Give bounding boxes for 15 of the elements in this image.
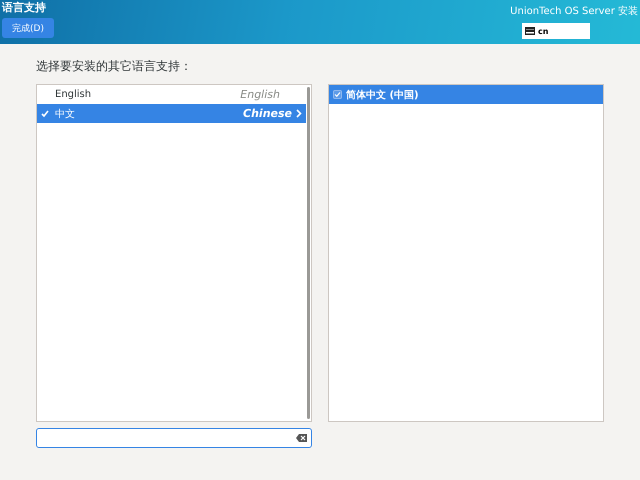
locale-item[interactable]: 简体中文 (中国): [329, 85, 603, 104]
window-title: 语言支持: [2, 1, 46, 15]
language-item[interactable]: 中文 Chinese: [37, 104, 306, 123]
product-title: UnionTech OS Server 安装: [510, 4, 638, 18]
checkbox[interactable]: [333, 90, 342, 99]
search-field[interactable]: [36, 428, 312, 448]
language-item[interactable]: English English: [37, 85, 306, 104]
keyboard-layout-indicator[interactable]: cn: [522, 23, 590, 39]
chevron-right-icon: [296, 109, 302, 118]
keyboard-icon: [525, 27, 535, 35]
check-icon: [41, 110, 49, 118]
clear-icon[interactable]: [296, 434, 307, 442]
scrollbar[interactable]: [307, 87, 310, 419]
prompt-label: 选择要安装的其它语言支持：: [36, 58, 193, 75]
done-button[interactable]: 完成(D): [2, 18, 54, 38]
